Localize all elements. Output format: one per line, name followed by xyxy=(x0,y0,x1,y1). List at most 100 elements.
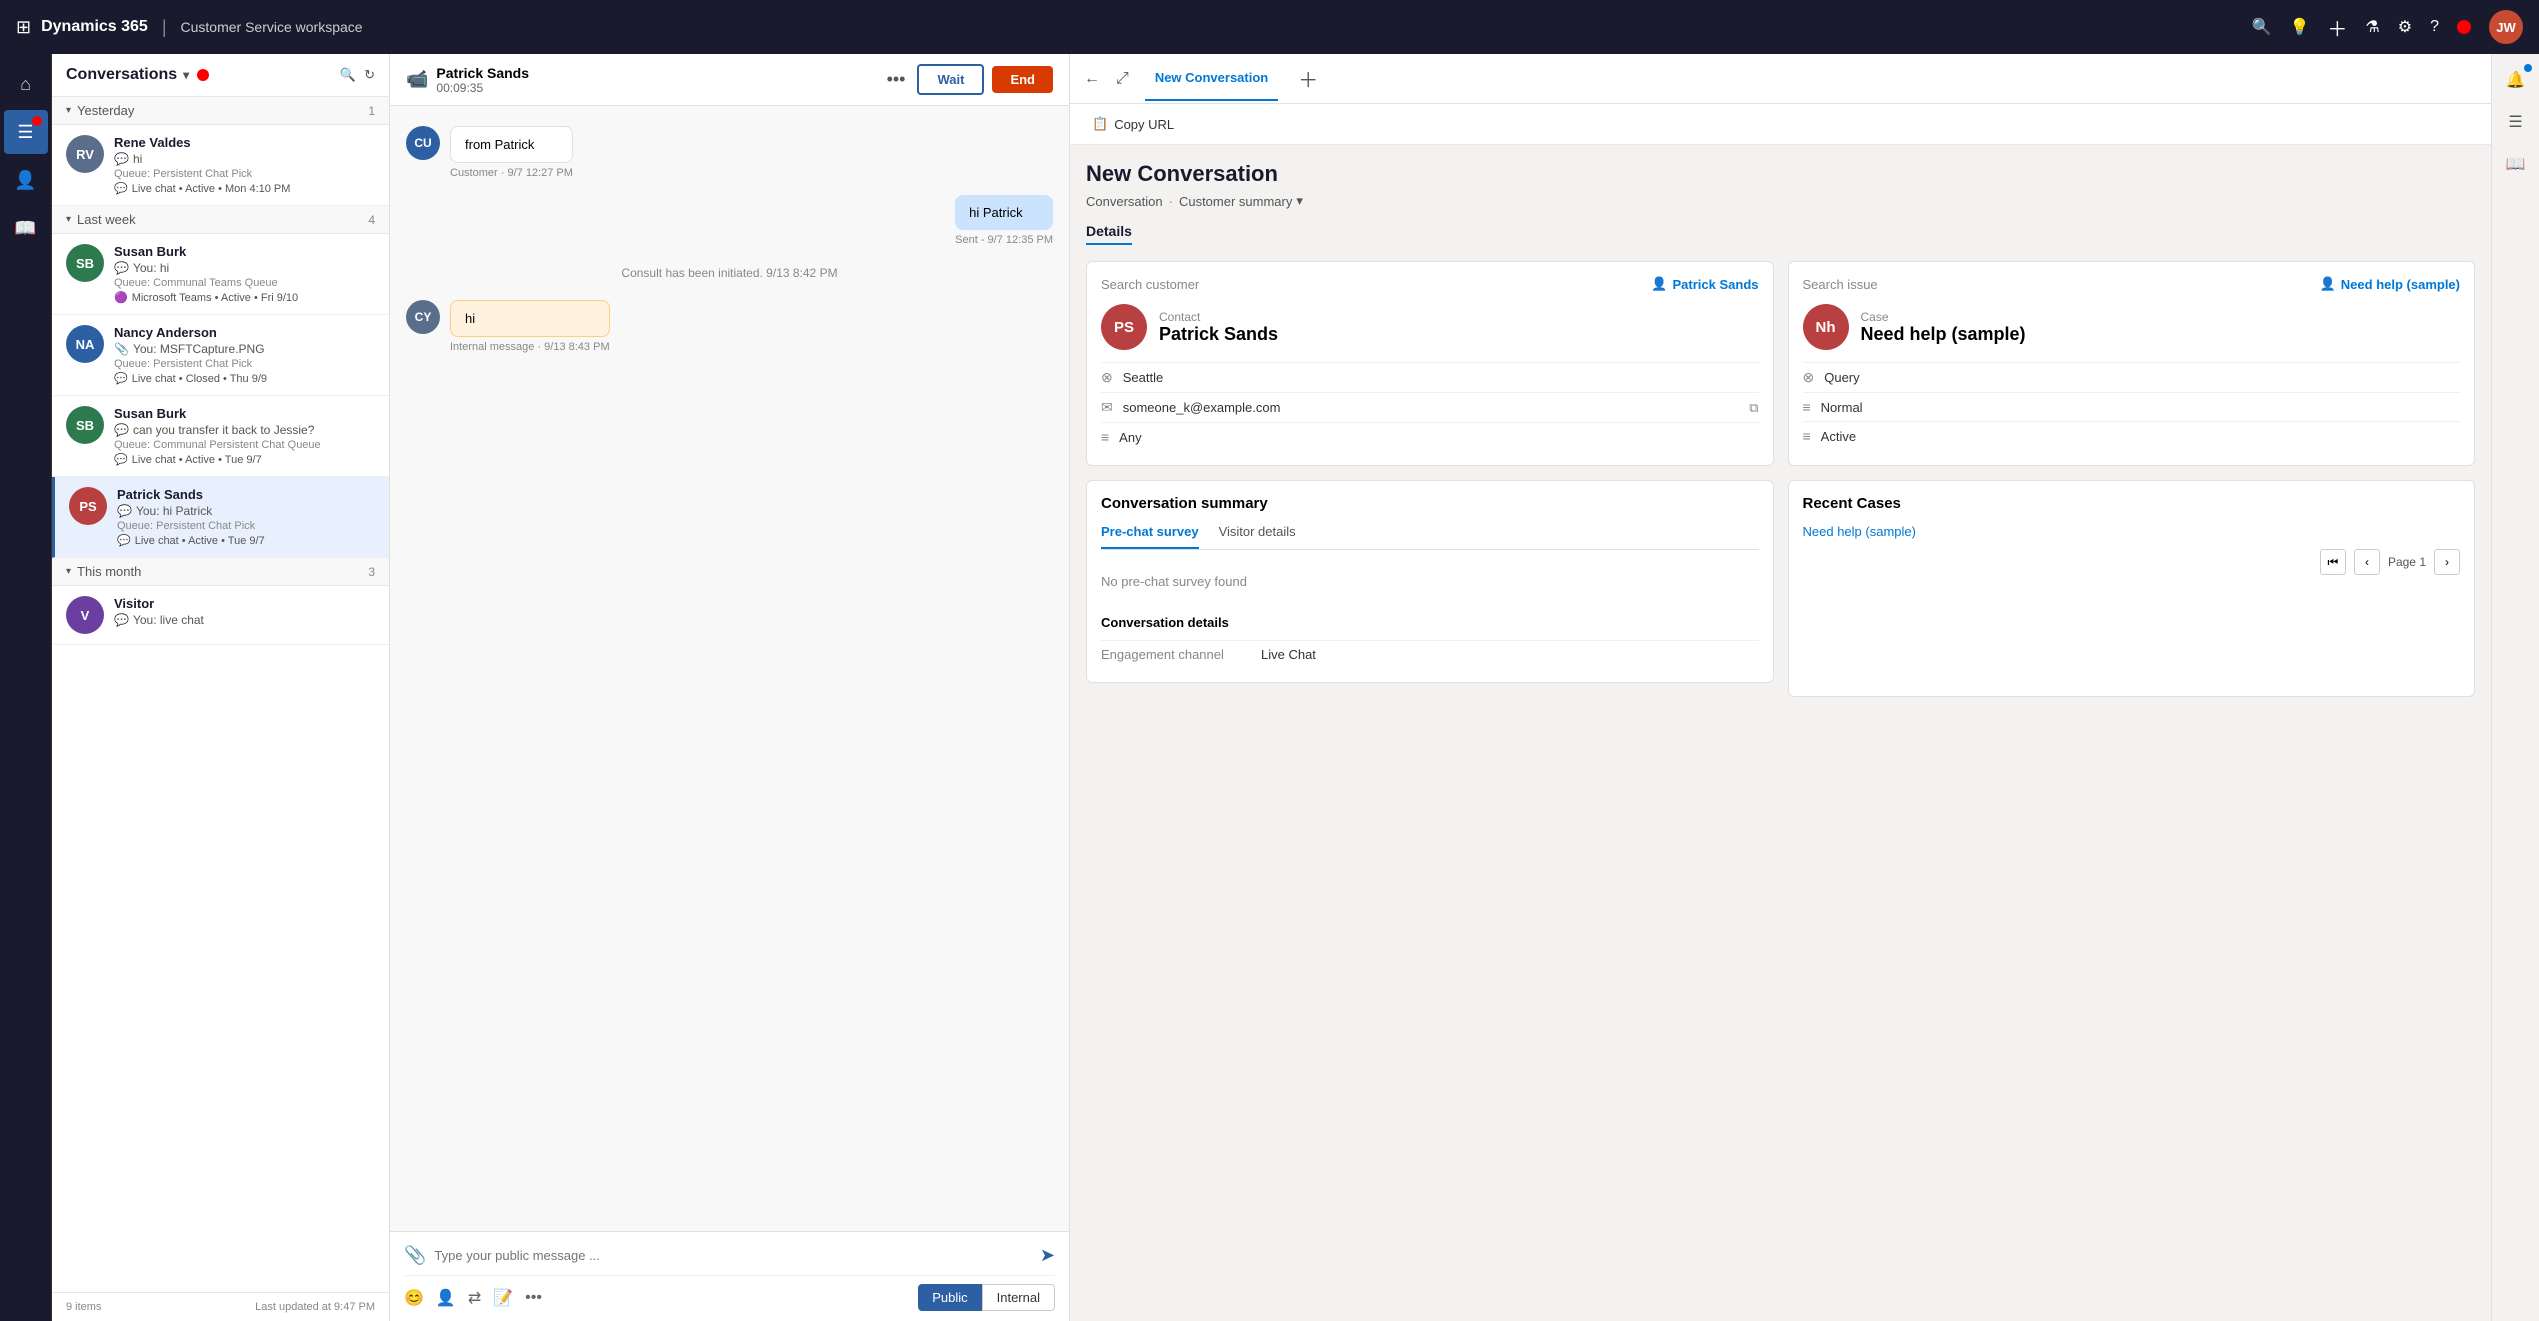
far-right-list-icon[interactable]: ☰ xyxy=(2498,104,2534,140)
internal-button[interactable]: Internal xyxy=(982,1284,1055,1311)
chat-more-icon[interactable]: ••• xyxy=(887,69,906,90)
avatar: NA xyxy=(66,325,104,363)
note-icon[interactable]: 📝 xyxy=(493,1288,513,1308)
list-item-active[interactable]: PS Patrick Sands 💬 You: hi Patrick Queue… xyxy=(52,477,389,558)
chat-contact-name: Patrick Sands xyxy=(436,65,529,81)
list-item[interactable]: SB Susan Burk 💬 can you transfer it back… xyxy=(52,396,389,477)
filter-icon[interactable]: ⚗ xyxy=(2365,17,2379,37)
tab-new-conversation[interactable]: New Conversation xyxy=(1145,56,1278,101)
help-icon[interactable]: ? xyxy=(2430,18,2439,36)
attachment-icon: 📎 xyxy=(114,342,129,356)
chat-icon: 💬 xyxy=(114,261,129,275)
tab-visitor-details[interactable]: Visitor details xyxy=(1219,524,1296,549)
sidebar-footer: 9 items Last updated at 9:47 PM xyxy=(52,1292,389,1321)
copy-url-button[interactable]: 📋 Copy URL xyxy=(1084,112,1182,136)
people-icon[interactable]: 👤 xyxy=(436,1288,456,1308)
contact-name: Patrick Sands xyxy=(1159,324,1278,345)
location-icon: ⊗ xyxy=(1101,369,1113,386)
expand-icon[interactable]: ⤢ xyxy=(1116,70,1129,88)
chevron-icon: ▾ xyxy=(66,214,71,225)
settings-icon[interactable]: ⚙ xyxy=(2398,17,2412,37)
plus-icon[interactable]: ＋ xyxy=(2327,13,2347,42)
icon-bar-book[interactable]: 📖 xyxy=(4,206,48,250)
message-row: CU from Patrick Customer · 9/7 12:27 PM xyxy=(406,126,1053,179)
unread-badge xyxy=(32,116,42,126)
recent-cases-title: Recent Cases xyxy=(1803,495,2461,512)
avatar: CY xyxy=(406,300,440,334)
attachment-icon[interactable]: 📎 xyxy=(404,1245,426,1266)
grid-icon[interactable]: ⊞ xyxy=(16,17,31,38)
chat-toolbar: 😊 👤 ⇄ 📝 ••• Public Internal xyxy=(404,1275,1055,1311)
far-right-notifications-icon[interactable]: 🔔 xyxy=(2498,62,2534,98)
section-yesterday[interactable]: ▾ Yesterday 1 xyxy=(52,97,389,125)
first-page-button[interactable]: ⏮ xyxy=(2320,549,2346,575)
case-type: Case xyxy=(1861,310,2026,324)
public-button[interactable]: Public xyxy=(918,1284,981,1311)
chat-icon: 💬 xyxy=(117,504,132,518)
chat-input-area: 📎 ➤ 😊 👤 ⇄ 📝 ••• Public Internal xyxy=(390,1231,1069,1321)
customer-search-value[interactable]: 👤 Patrick Sands xyxy=(1651,276,1758,292)
breadcrumb-customer-summary[interactable]: Customer summary ▾ xyxy=(1179,193,1303,209)
list-item[interactable]: RV Rene Valdes 💬 hi Queue: Persistent Ch… xyxy=(52,125,389,206)
sidebar-header-actions: 🔍 ↻ xyxy=(340,67,375,83)
user-avatar[interactable]: JW xyxy=(2489,10,2523,44)
livechat-icon: 💬 xyxy=(114,453,128,466)
icon-bar-contacts[interactable]: 👤 xyxy=(4,158,48,202)
case-status: Active xyxy=(1821,429,1856,444)
icon-bar-conversations[interactable]: ☰ xyxy=(4,110,48,154)
wait-button[interactable]: Wait xyxy=(917,64,984,95)
next-page-button[interactable]: › xyxy=(2434,549,2460,575)
right-panel-content: New Conversation Conversation · Customer… xyxy=(1070,145,2491,1321)
priority-icon: ≡ xyxy=(1803,399,1811,415)
copy-email-icon[interactable]: ⧉ xyxy=(1749,400,1758,416)
lightbulb-icon[interactable]: 💡 xyxy=(2289,17,2309,37)
list-item[interactable]: NA Nancy Anderson 📎 You: MSFTCapture.PNG… xyxy=(52,315,389,396)
contact-city: Seattle xyxy=(1123,370,1163,385)
chat-area: 📹 Patrick Sands 00:09:35 ••• Wait End CU… xyxy=(390,54,1070,1321)
right-panel-toolbar: 📋 Copy URL xyxy=(1070,104,2491,145)
section-lastweek[interactable]: ▾ Last week 4 xyxy=(52,206,389,234)
avatar: SB xyxy=(66,244,104,282)
case-avatar: Nh xyxy=(1803,304,1849,350)
far-right-book-icon[interactable]: 📖 xyxy=(2498,146,2534,182)
contact-type: Contact xyxy=(1159,310,1278,324)
contact-email: someone_k@example.com xyxy=(1123,400,1281,415)
engagement-channel-value: Live Chat xyxy=(1261,647,1316,662)
transfer-icon[interactable]: ⇄ xyxy=(468,1288,481,1308)
back-icon[interactable]: ← xyxy=(1084,70,1100,88)
list-item[interactable]: V Visitor 💬 You: live chat xyxy=(52,586,389,645)
end-button[interactable]: End xyxy=(992,66,1053,93)
livechat-icon: 💬 xyxy=(114,372,128,385)
prev-page-button[interactable]: ‹ xyxy=(2354,549,2380,575)
sidebar-search-icon[interactable]: 🔍 xyxy=(340,67,356,83)
breadcrumb-conversation[interactable]: Conversation xyxy=(1086,194,1163,209)
section-thismonth[interactable]: ▾ This month 3 xyxy=(52,558,389,586)
breadcrumb: Conversation · Customer summary ▾ xyxy=(1086,193,2475,209)
message-time: Customer · 9/7 12:27 PM xyxy=(450,167,573,179)
status-indicator xyxy=(2457,20,2471,34)
message-bubble: hi xyxy=(450,300,610,337)
conversation-details-title: Conversation details xyxy=(1101,615,1759,630)
customer-card: Search customer 👤 Patrick Sands PS Conta… xyxy=(1086,261,1774,466)
tab-pre-chat-survey[interactable]: Pre-chat survey xyxy=(1101,524,1199,549)
sidebar: Conversations ▾ 🔍 ↻ ▾ Yesterday 1 RV Ren… xyxy=(52,54,390,1321)
contact-avatar: PS xyxy=(1101,304,1147,350)
app-brand: ⊞ Dynamics 365 | Customer Service worksp… xyxy=(16,17,363,38)
tab-add-icon[interactable]: ＋ xyxy=(1298,64,1318,93)
teams-icon: 🟣 xyxy=(114,291,128,304)
emoji-icon[interactable]: 😊 xyxy=(404,1288,424,1308)
bottom-cards-grid: Conversation summary Pre-chat survey Vis… xyxy=(1086,480,2475,697)
send-icon[interactable]: ➤ xyxy=(1040,1245,1055,1266)
sidebar-refresh-icon[interactable]: ↻ xyxy=(364,67,375,83)
case-link[interactable]: Need help (sample) xyxy=(1803,524,2461,539)
list-item[interactable]: SB Susan Burk 💬 You: hi Queue: Communal … xyxy=(52,234,389,315)
page-label: Page 1 xyxy=(2388,555,2426,569)
message-row: hi Patrick Sent - 9/7 12:35 PM xyxy=(406,195,1053,246)
chat-input[interactable] xyxy=(434,1242,1039,1269)
issue-search-value[interactable]: 👤 Need help (sample) xyxy=(2320,276,2460,292)
conversation-summary-card: Conversation summary Pre-chat survey Vis… xyxy=(1086,480,1774,683)
items-count: 9 items xyxy=(66,1301,101,1313)
search-icon[interactable]: 🔍 xyxy=(2252,17,2272,37)
more-icon[interactable]: ••• xyxy=(525,1289,542,1307)
icon-bar-home[interactable]: ⌂ xyxy=(4,62,48,106)
